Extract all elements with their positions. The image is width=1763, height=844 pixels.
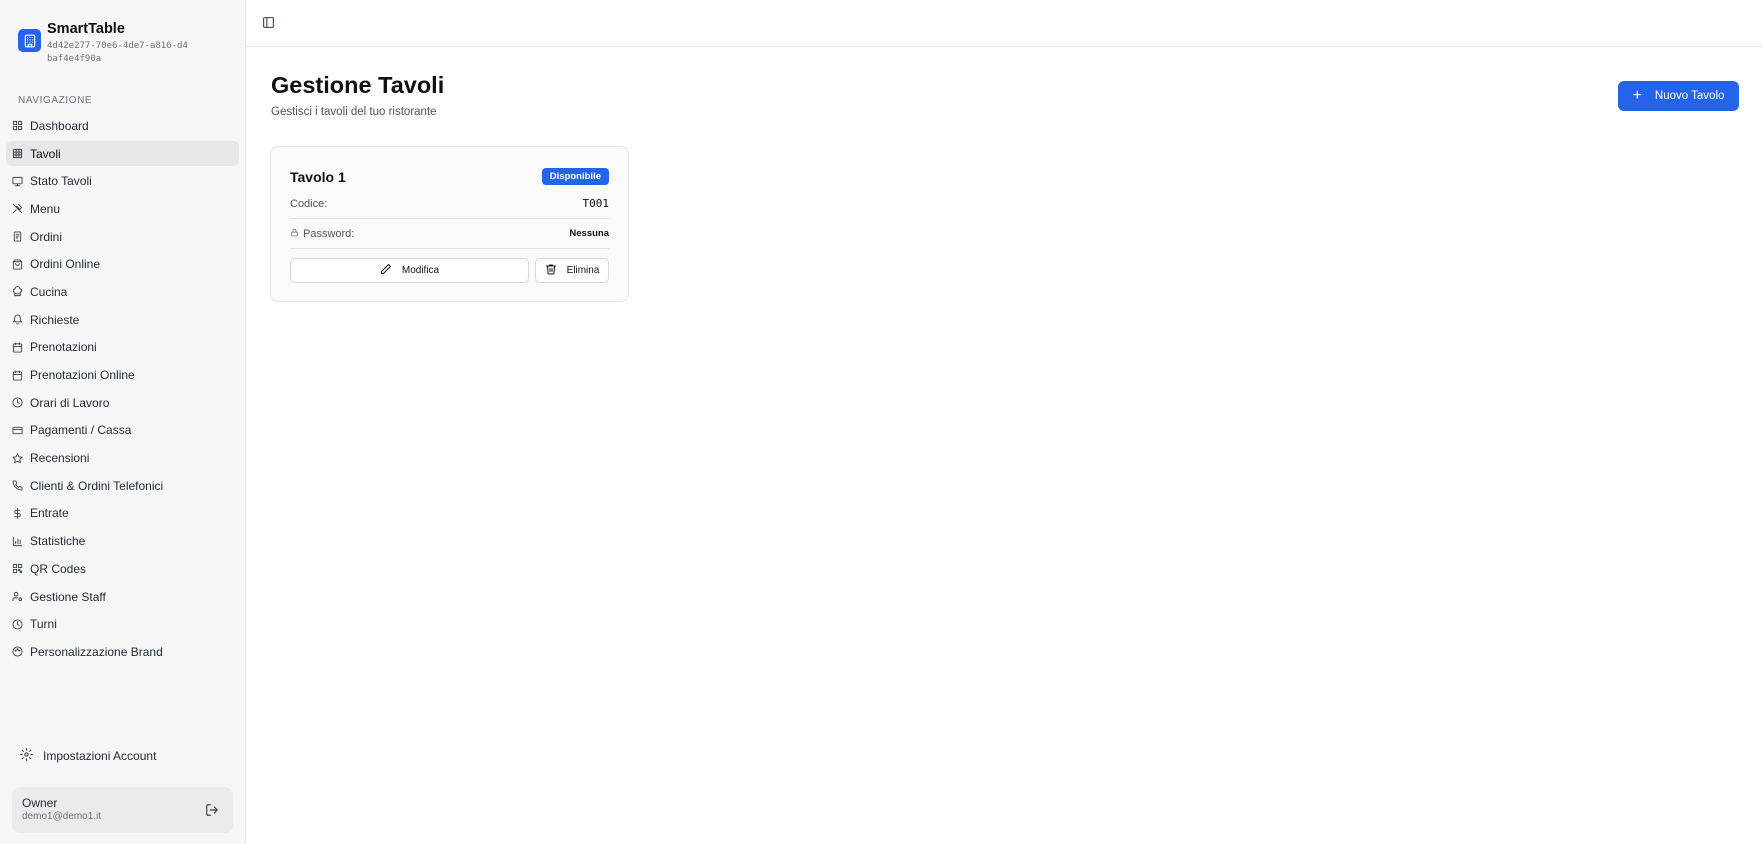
sidebar-item-label: Richieste [30, 312, 80, 327]
shopping-bag-icon [12, 259, 23, 270]
sidebar-item-ordini[interactable]: Ordini [6, 224, 239, 250]
logout-icon[interactable] [205, 803, 219, 817]
brand: SmartTable 4d42e277-70e6-4de7-a816-d4baf… [18, 20, 192, 65]
new-table-button[interactable]: + Nuovo Tavolo [1618, 81, 1739, 111]
edit-button[interactable]: Modifica [290, 258, 529, 283]
trash-icon [545, 263, 567, 278]
password-label: Password: [303, 227, 355, 240]
sidebar-item-label: Recensioni [30, 451, 90, 466]
sidebar-item-label: Dashboard [30, 118, 89, 133]
sidebar-item-turni[interactable]: Turni [6, 611, 239, 637]
credit-card-icon [12, 425, 23, 436]
sidebar-item-orari-di-lavoro[interactable]: Orari di Lavoro [6, 390, 239, 416]
sidebar-item-label: Statistiche [30, 534, 86, 549]
new-table-label: Nuovo Tavolo [1654, 90, 1725, 102]
account-settings-label: Impostazioni Account [43, 749, 157, 763]
dashboard-icon [12, 120, 23, 131]
monitor-icon [12, 176, 23, 187]
qr-code-icon [12, 563, 23, 574]
sidebar-item-label: Gestione Staff [30, 589, 106, 604]
status-badge: Disponibile [541, 168, 609, 185]
brand-name: SmartTable [47, 21, 125, 37]
chef-hat-icon [12, 286, 23, 297]
sidebar-item-gestione-staff[interactable]: Gestione Staff [6, 584, 239, 610]
nav-heading: NAVIGAZIONE [18, 95, 93, 106]
sidebar-item-prenotazioni-online[interactable]: Prenotazioni Online [6, 362, 239, 388]
sidebar-toggle-icon[interactable] [262, 16, 275, 29]
star-icon [12, 453, 23, 464]
bar-chart-icon [12, 536, 23, 547]
sidebar-item-qr-codes[interactable]: QR Codes [6, 556, 239, 582]
bell-icon [12, 314, 23, 325]
sidebar-item-pagamenti-cassa[interactable]: Pagamenti / Cassa [6, 418, 239, 444]
sidebar-item-personalizzazione-brand[interactable]: Personalizzazione Brand [6, 639, 239, 665]
restaurant-id: 4d42e277-70e6-4de7-a816-d4baf4e4f90a [47, 41, 188, 64]
page-subtitle: Gestisci i tavoli del tuo ristorante [271, 106, 437, 118]
sidebar-item-label: Tavoli [30, 146, 61, 161]
building-icon [18, 29, 41, 52]
sidebar-item-label: Personalizzazione Brand [30, 644, 163, 659]
sidebar-item-statistiche[interactable]: Statistiche [6, 528, 239, 554]
sidebar-item-stato-tavoli[interactable]: Stato Tavoli [6, 168, 239, 194]
password-value: Nessuna [569, 228, 609, 239]
sidebar-item-label: Turni [30, 617, 57, 632]
user-card: Owner demo1@demo1.it [12, 787, 233, 833]
code-value: T001 [582, 197, 610, 210]
edit-label: Modifica [401, 265, 440, 276]
sidebar-item-label: Prenotazioni [30, 340, 97, 355]
sidebar-item-recensioni[interactable]: Recensioni [6, 445, 239, 471]
clock-icon [12, 619, 23, 630]
table-card: Tavolo 1 Disponibile Codice: T001 Passwo… [270, 146, 629, 302]
calendar-icon [12, 369, 23, 381]
palette-icon [12, 646, 23, 657]
utensils-icon [12, 203, 23, 214]
code-row: Codice: T001 [290, 189, 609, 219]
sidebar-item-richieste[interactable]: Richieste [6, 307, 239, 333]
sidebar-item-clienti-ordini-telefonici[interactable]: Clienti & Ordini Telefonici [6, 473, 239, 499]
phone-icon [12, 480, 23, 491]
main-content: Gestione Tavoli Gestisci i tavoli del tu… [246, 0, 1763, 844]
sidebar-item-label: QR Codes [30, 561, 87, 576]
receipt-icon [12, 231, 23, 242]
sidebar-item-label: Orari di Lavoro [30, 395, 110, 410]
sidebar-item-menu[interactable]: Menu [6, 196, 239, 222]
sidebar-item-label: Stato Tavoli [30, 174, 92, 189]
sidebar-item-label: Pagamenti / Cassa [30, 423, 132, 438]
sidebar-item-label: Ordini Online [30, 257, 101, 272]
sidebar-item-tavoli[interactable]: Tavoli [6, 140, 239, 167]
delete-button[interactable]: Elimina [535, 258, 609, 283]
sidebar-item-label: Clienti & Ordini Telefonici [30, 478, 164, 493]
table-name: Tavolo 1 [290, 168, 346, 185]
sidebar-item-label: Ordini [30, 229, 63, 244]
sidebar-item-prenotazioni[interactable]: Prenotazioni [6, 335, 239, 361]
code-label: Codice: [290, 197, 328, 210]
sidebar-item-label: Menu [30, 201, 61, 216]
sidebar-item-dashboard[interactable]: Dashboard [6, 113, 239, 139]
account-settings-button[interactable]: Impostazioni Account [20, 748, 156, 764]
user-email: demo1@demo1.it [22, 811, 102, 822]
dollar-icon [12, 507, 23, 519]
plus-icon: + [1632, 87, 1642, 104]
sidebar: SmartTable 4d42e277-70e6-4de7-a816-d4baf… [0, 0, 246, 844]
sidebar-item-label: Entrate [30, 506, 69, 521]
app: SmartTable 4d42e277-70e6-4de7-a816-d4baf… [0, 0, 1763, 844]
delete-label: Elimina [566, 265, 600, 276]
sidebar-nav: Dashboard Tavoli Stato Tavoli Menu Ordini Ord… [6, 113, 239, 667]
user-cog-icon [12, 591, 23, 602]
sidebar-item-cucina[interactable]: Cucina [6, 279, 239, 305]
password-row: Password: Nessuna [290, 219, 609, 249]
topbar [246, 0, 1763, 47]
clock-icon [12, 397, 23, 408]
sidebar-item-ordini-online[interactable]: Ordini Online [6, 251, 239, 277]
pencil-icon [380, 263, 402, 278]
table-grid-icon [12, 148, 23, 159]
lock-icon [290, 228, 303, 240]
user-role: Owner [22, 796, 58, 810]
page-title: Gestione Tavoli [271, 72, 445, 98]
sidebar-item-entrate[interactable]: Entrate [6, 501, 239, 527]
calendar-icon [12, 342, 23, 353]
sidebar-item-label: Cucina [30, 284, 68, 299]
sidebar-item-label: Prenotazioni Online [30, 368, 135, 383]
gear-icon [20, 748, 43, 764]
